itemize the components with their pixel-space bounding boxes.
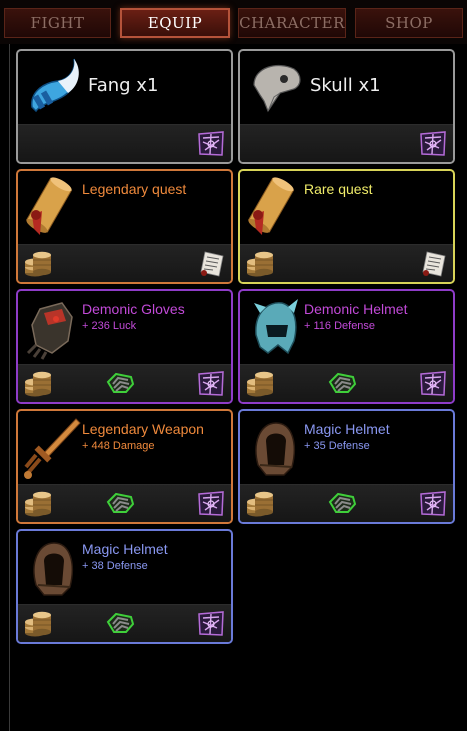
tab-fight[interactable]: FIGHT bbox=[4, 8, 111, 38]
item-card[interactable]: Legendary quest bbox=[16, 169, 233, 284]
equip-glove-icon[interactable] bbox=[104, 488, 136, 518]
item-action-bar bbox=[240, 364, 453, 402]
hood-icon bbox=[22, 535, 82, 601]
item-action-bar bbox=[18, 124, 231, 162]
scroll-icon bbox=[22, 175, 82, 241]
item-action-bar bbox=[240, 484, 453, 522]
fang-icon bbox=[22, 55, 82, 121]
item-name: Magic Helmet bbox=[82, 541, 168, 557]
item-name: Magic Helmet bbox=[304, 421, 390, 437]
salvage-rune-icon[interactable] bbox=[195, 488, 227, 518]
item-name: Demonic Gloves bbox=[82, 301, 185, 317]
item-card[interactable]: Skull x1 bbox=[238, 49, 455, 164]
helmet-icon bbox=[244, 295, 304, 361]
equip-glove-icon[interactable] bbox=[326, 488, 358, 518]
item-name: Fang x1 bbox=[88, 75, 159, 96]
item-action-bar bbox=[240, 124, 453, 162]
scroll-icon bbox=[244, 175, 304, 241]
item-card[interactable]: Demonic Helmet + 116 Defense bbox=[238, 289, 455, 404]
item-card[interactable]: Demonic Gloves + 236 Luck bbox=[16, 289, 233, 404]
sell-coins-icon[interactable] bbox=[244, 368, 276, 398]
item-stat: + 38 Defense bbox=[82, 560, 148, 572]
salvage-rune-icon[interactable] bbox=[195, 128, 227, 158]
item-name: Demonic Helmet bbox=[304, 301, 408, 317]
tab-shop[interactable]: SHOP bbox=[355, 8, 463, 38]
equip-glove-icon[interactable] bbox=[104, 368, 136, 398]
sell-coins-icon[interactable] bbox=[22, 368, 54, 398]
hood-icon bbox=[244, 415, 304, 481]
item-stat: + 448 Damage bbox=[82, 440, 155, 452]
tab-bar: FIGHT EQUIP CHARACTER SHOP bbox=[0, 0, 467, 44]
sell-coins-icon[interactable] bbox=[22, 488, 54, 518]
gloves-icon bbox=[22, 295, 82, 361]
item-action-bar bbox=[18, 364, 231, 402]
tab-character[interactable]: CHARACTER bbox=[238, 8, 346, 38]
sell-coins-icon[interactable] bbox=[22, 248, 54, 278]
item-quantity: x1 bbox=[352, 75, 381, 96]
salvage-rune-icon[interactable] bbox=[417, 368, 449, 398]
item-card[interactable]: Legendary Weapon + 448 Damage bbox=[16, 409, 233, 524]
item-action-bar bbox=[18, 604, 231, 642]
item-quantity: x1 bbox=[130, 75, 159, 96]
salvage-rune-icon[interactable] bbox=[195, 368, 227, 398]
item-card[interactable]: Magic Helmet + 38 Defense bbox=[16, 529, 233, 644]
equip-glove-icon[interactable] bbox=[104, 608, 136, 638]
sell-coins-icon[interactable] bbox=[22, 608, 54, 638]
item-name: Legendary quest bbox=[82, 181, 187, 197]
item-name: Legendary Weapon bbox=[82, 421, 204, 437]
item-name: Rare quest bbox=[304, 181, 373, 197]
item-name: Skull x1 bbox=[310, 75, 381, 96]
sell-coins-icon[interactable] bbox=[244, 488, 276, 518]
quest-scroll-icon[interactable] bbox=[195, 248, 227, 278]
item-action-bar bbox=[18, 484, 231, 522]
quest-scroll-icon[interactable] bbox=[417, 248, 449, 278]
item-action-bar bbox=[18, 244, 231, 282]
item-stat: + 236 Luck bbox=[82, 320, 137, 332]
item-card[interactable]: Fang x1 bbox=[16, 49, 233, 164]
tab-equip[interactable]: EQUIP bbox=[120, 8, 230, 38]
item-stat: + 116 Defense bbox=[304, 320, 376, 332]
equip-glove-icon[interactable] bbox=[326, 368, 358, 398]
sword-icon bbox=[22, 415, 82, 481]
item-action-bar bbox=[240, 244, 453, 282]
salvage-rune-icon[interactable] bbox=[195, 608, 227, 638]
skull-icon bbox=[244, 55, 304, 121]
item-stat: + 35 Defense bbox=[304, 440, 370, 452]
item-card[interactable]: Rare quest bbox=[238, 169, 455, 284]
sell-coins-icon[interactable] bbox=[244, 248, 276, 278]
item-card[interactable]: Magic Helmet + 35 Defense bbox=[238, 409, 455, 524]
salvage-rune-icon[interactable] bbox=[417, 488, 449, 518]
salvage-rune-icon[interactable] bbox=[417, 128, 449, 158]
